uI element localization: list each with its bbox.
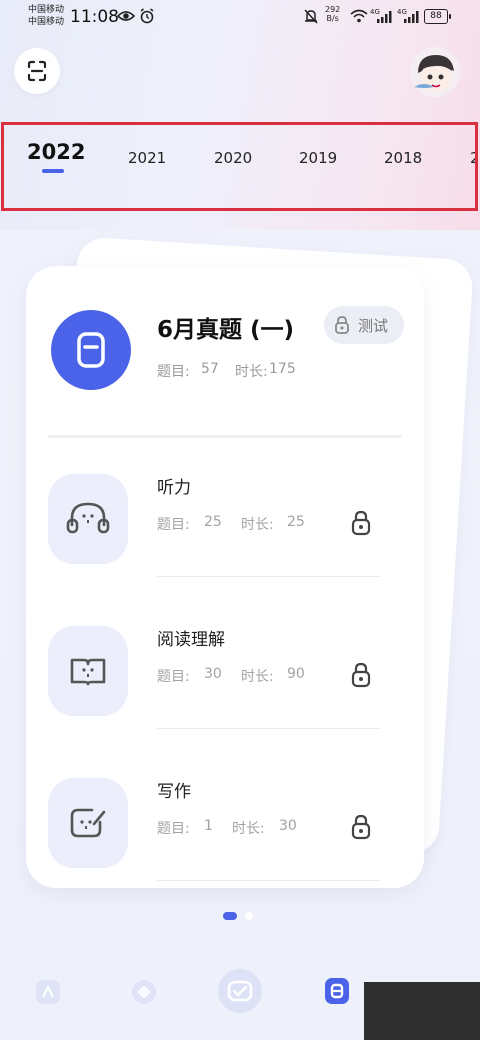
exam-card[interactable]: 6月真题 (一) 测试 题目: 57 时长: 175 听力 题目: 25 时长:… bbox=[26, 266, 424, 888]
battery-indicator: 88 bbox=[424, 9, 451, 24]
exam-duration-value: 175 bbox=[269, 361, 296, 377]
explore-icon[interactable] bbox=[130, 978, 158, 1006]
year-tab-2018[interactable]: 2018 bbox=[384, 149, 422, 167]
section-listening[interactable]: 听力 题目: 25 时长: 25 bbox=[26, 474, 424, 626]
year-tab-2020[interactable]: 2020 bbox=[214, 149, 252, 167]
section-divider bbox=[157, 728, 380, 729]
scan-button[interactable] bbox=[14, 48, 60, 94]
section-duration-label: 时长: bbox=[241, 517, 274, 533]
section-name: 阅读理解 bbox=[157, 630, 225, 650]
exam-duration-label: 时长: bbox=[235, 364, 268, 380]
wifi-icon bbox=[350, 9, 368, 23]
exam-paper-icon bbox=[51, 310, 131, 390]
user-avatar[interactable] bbox=[410, 47, 460, 97]
year-tab-indicator bbox=[42, 169, 64, 173]
papers-icon[interactable] bbox=[322, 976, 352, 1006]
avatar-image bbox=[410, 47, 460, 97]
section-questions-value: 30 bbox=[204, 666, 222, 682]
carrier-labels: 中国移动 中国移动 bbox=[28, 4, 64, 28]
section-questions-value: 25 bbox=[204, 514, 222, 530]
status-bar: 中国移动 中国移动 11:08 292 B/s 4G 4G 88 bbox=[0, 0, 480, 34]
signal-2-icon bbox=[404, 11, 419, 23]
year-tabs: 2022 2021 2020 2019 2018 2 bbox=[1, 122, 478, 211]
section-name: 听力 bbox=[157, 478, 191, 498]
section-duration-label: 时长: bbox=[232, 821, 265, 837]
section-questions-value: 1 bbox=[204, 818, 213, 834]
section-duration-value: 25 bbox=[287, 514, 305, 530]
status-time: 11:08 bbox=[70, 7, 119, 27]
practice-icon[interactable] bbox=[217, 968, 263, 1014]
year-tab-2021[interactable]: 2021 bbox=[128, 149, 166, 167]
scan-icon bbox=[27, 60, 47, 82]
lock-icon bbox=[335, 316, 349, 334]
book-icon bbox=[48, 626, 128, 716]
net-speed-value: 292 bbox=[325, 5, 341, 14]
section-duration-label: 时长: bbox=[241, 669, 274, 685]
test-badge-label: 测试 bbox=[358, 317, 389, 335]
eye-icon bbox=[117, 11, 135, 21]
section-questions-label: 题目: bbox=[157, 669, 190, 685]
mute-bell-icon bbox=[304, 9, 318, 24]
year-tab-partial[interactable]: 2 bbox=[470, 149, 475, 167]
exam-questions-label: 题目: bbox=[157, 364, 190, 380]
section-questions-label: 题目: bbox=[157, 821, 190, 837]
exam-questions-value: 57 bbox=[201, 361, 219, 377]
net-speed: 292 B/s bbox=[325, 5, 340, 23]
card-divider bbox=[48, 435, 402, 438]
carrier-2: 中国移动 bbox=[28, 17, 65, 27]
section-divider bbox=[157, 880, 380, 881]
home-icon[interactable] bbox=[34, 978, 62, 1006]
write-icon bbox=[48, 778, 128, 868]
carrier-1: 中国移动 bbox=[28, 5, 65, 15]
section-duration-value: 30 bbox=[279, 818, 297, 834]
signal-1-icon bbox=[377, 11, 392, 23]
section-writing[interactable]: 写作 题目: 1 时长: 30 bbox=[26, 778, 424, 930]
test-badge[interactable]: 测试 bbox=[324, 306, 404, 344]
pager-dot[interactable] bbox=[245, 912, 253, 920]
lock-icon bbox=[351, 662, 371, 688]
year-tab-2019[interactable]: 2019 bbox=[299, 149, 337, 167]
lock-icon bbox=[351, 814, 371, 840]
section-questions-label: 题目: bbox=[157, 517, 190, 533]
section-name: 写作 bbox=[157, 782, 191, 802]
exam-title: 6月真题 (一) bbox=[157, 317, 295, 343]
net-speed-unit: B/s bbox=[326, 14, 339, 23]
section-divider bbox=[157, 576, 380, 577]
year-tab-2022[interactable]: 2022 bbox=[27, 140, 85, 164]
headphones-icon bbox=[48, 474, 128, 564]
pager-dot-active[interactable] bbox=[223, 912, 237, 920]
overlay-thumbnail bbox=[364, 982, 480, 1040]
lock-icon bbox=[351, 510, 371, 536]
alarm-icon bbox=[140, 8, 154, 24]
section-reading[interactable]: 阅读理解 题目: 30 时长: 90 bbox=[26, 626, 424, 778]
section-duration-value: 90 bbox=[287, 666, 305, 682]
